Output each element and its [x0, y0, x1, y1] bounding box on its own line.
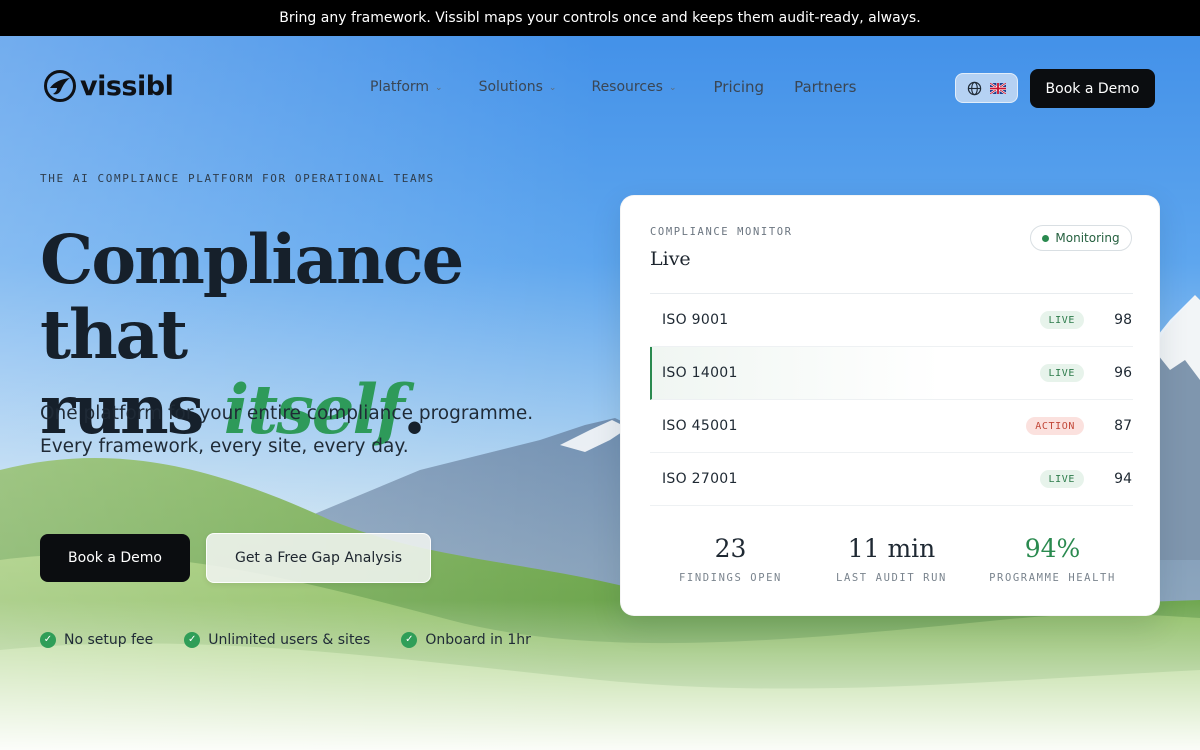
chevron-down-icon: ⌄ [668, 83, 677, 93]
announcement-text: Bring any framework. Vissibl maps your c… [279, 10, 921, 26]
framework-row-iso-27001[interactable]: ISO 27001 LIVE 94 [650, 453, 1133, 506]
chevron-down-icon: ⌄ [435, 83, 443, 93]
headline-line-1: Compliance that [40, 220, 464, 374]
stat-last-audit-run: 11 min LAST AUDIT RUN [811, 534, 972, 584]
perk-label: Unlimited users & sites [208, 632, 371, 648]
book-demo-button[interactable]: Book a Demo [40, 534, 190, 582]
nav-item-label: Partners [794, 78, 857, 96]
gap-analysis-button[interactable]: Get a Free Gap Analysis [206, 533, 431, 583]
perk-label: Onboard in 1hr [425, 632, 531, 648]
status-label: Monitoring [1055, 231, 1120, 245]
book-demo-nav-button[interactable]: Book a Demo [1030, 69, 1155, 108]
uk-flag-icon [990, 82, 1006, 94]
nav-menu: Platform ⌄ Solutions ⌄ Resources ⌄ Prici… [370, 78, 856, 96]
status-dot-icon [1042, 234, 1050, 242]
check-icon: ✓ [40, 632, 56, 648]
perks-list: ✓ No setup fee ✓ Unlimited users & sites… [40, 632, 531, 648]
stat-label: LAST AUDIT RUN [836, 572, 947, 584]
hero-eyebrow: THE AI COMPLIANCE PLATFORM FOR OPERATION… [40, 172, 435, 185]
status-badge-action: ACTION [1026, 417, 1084, 435]
main-nav: vissibl Platform ⌄ Solutions ⌄ Resources… [0, 36, 1200, 140]
stat-label: PROGRAMME HEALTH [989, 572, 1116, 584]
framework-list: ISO 9001 LIVE 98 ISO 14001 LIVE 96 ISO 4… [650, 294, 1133, 506]
brand-name: vissibl [80, 70, 174, 102]
summary-stats: 23 FINDINGS OPEN 11 min LAST AUDIT RUN 9… [650, 534, 1133, 584]
framework-name: ISO 45001 [662, 418, 738, 434]
status-badge-live: LIVE [1039, 364, 1084, 382]
framework-name: ISO 14001 [662, 365, 738, 381]
framework-name: ISO 27001 [662, 471, 738, 487]
nav-item-pricing[interactable]: Pricing [714, 78, 765, 96]
stat-value: 11 min [847, 534, 936, 563]
framework-row-iso-45001[interactable]: ISO 45001 ACTION 87 [650, 400, 1133, 453]
globe-icon [967, 81, 982, 95]
card-eyebrow: COMPLIANCE MONITOR [650, 226, 793, 238]
nav-item-label: Solutions [478, 79, 543, 95]
chevron-down-icon: ⌄ [548, 83, 557, 93]
check-icon: ✓ [401, 632, 418, 648]
compliance-monitor-card: COMPLIANCE MONITOR Live Monitoring ISO 9… [620, 195, 1160, 616]
card-title: Live [650, 248, 691, 270]
nav-item-platform[interactable]: Platform ⌄ [370, 78, 443, 96]
stat-value: 94% [1024, 534, 1081, 563]
perk-item: ✓ Onboard in 1hr [401, 632, 531, 648]
check-icon: ✓ [184, 632, 201, 648]
status-badge: Monitoring [1030, 225, 1132, 251]
framework-name: ISO 9001 [662, 312, 729, 328]
perk-label: No setup fee [64, 632, 154, 648]
framework-score: 96 [1114, 365, 1132, 381]
bird-logo-icon [44, 70, 76, 102]
framework-score: 94 [1114, 471, 1132, 487]
stat-value: 23 [714, 534, 747, 563]
status-badge-live: LIVE [1039, 470, 1084, 488]
perk-item: ✓ No setup fee [40, 632, 153, 648]
perk-item: ✓ Unlimited users & sites [184, 632, 370, 648]
framework-row-iso-9001[interactable]: ISO 9001 LIVE 98 [650, 294, 1133, 347]
status-badge-live: LIVE [1039, 311, 1084, 329]
nav-item-partners[interactable]: Partners [794, 78, 856, 96]
framework-score: 87 [1114, 418, 1132, 434]
nav-item-label: Resources [591, 79, 663, 95]
framework-row-iso-14001[interactable]: ISO 14001 LIVE 96 [650, 347, 1133, 400]
hero-subhead: One platform for your entire compliance … [40, 403, 534, 457]
nav-item-resources[interactable]: Resources ⌄ [591, 78, 676, 96]
announcement-bar: Bring any framework. Vissibl maps your c… [0, 0, 1200, 36]
framework-score: 98 [1114, 312, 1132, 328]
stat-label: FINDINGS OPEN [679, 572, 782, 584]
stat-findings-open: 23 FINDINGS OPEN [650, 534, 811, 584]
brand-logo[interactable]: vissibl [44, 70, 174, 102]
stat-programme-health: 94% PROGRAMME HEALTH [972, 534, 1133, 584]
nav-item-label: Platform [370, 79, 430, 95]
nav-item-solutions[interactable]: Solutions ⌄ [479, 78, 557, 96]
language-selector[interactable] [955, 73, 1018, 103]
nav-item-label: Pricing [713, 78, 765, 96]
